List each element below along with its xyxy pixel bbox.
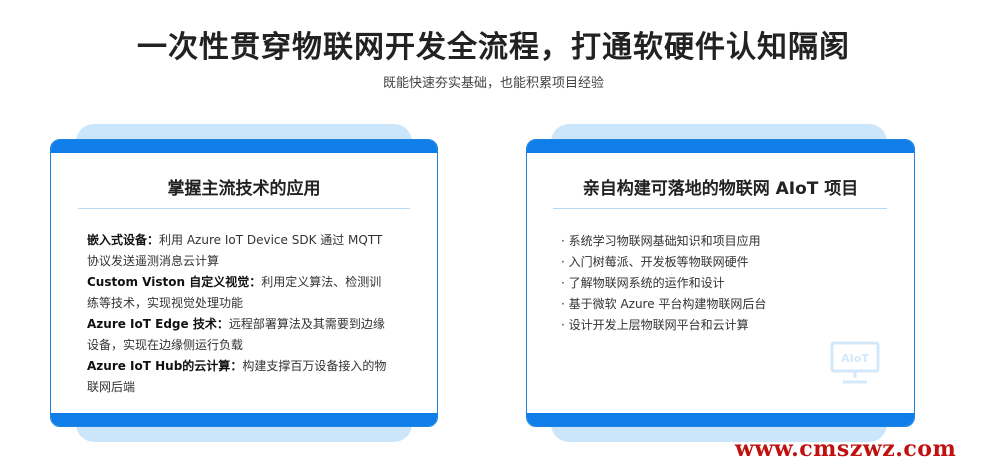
left-item-4-sep: ： — [230, 359, 243, 373]
left-card-title: 掌握主流技术的应用 — [167, 179, 321, 199]
aiot-board-icon: AIoT — [829, 340, 881, 384]
right-list-item: · 基于微软 Azure 平台构建物联网后台 — [561, 297, 767, 311]
page-title: 一次性贯穿物联网开发全流程，打通软硬件认知隔阂 — [137, 30, 850, 65]
aiot-icon-label: AIoT — [841, 352, 869, 365]
left-item-1-line1: 利用 Azure IoT Device SDK 通过 MQTT — [159, 233, 383, 247]
left-item-4-term: Azure IoT Hub的云计算 — [87, 359, 231, 373]
left-item-3-line2: 设备，实现在边缘侧运行负载 — [87, 338, 244, 352]
card-bottom-bar — [51, 413, 437, 426]
left-item-3: Azure IoT Edge 技术：远程部署算法及其需要到边缘 设备，实现在边缘… — [87, 314, 405, 356]
card-bottom-bar — [527, 413, 914, 426]
watermark: www.cmszwz.com — [735, 436, 957, 462]
left-item-4-line1: 构建支撑百万设备接入的物 — [242, 359, 387, 373]
right-list-item: · 系统学习物联网基础知识和项目应用 — [561, 234, 761, 248]
right-list-item: · 设计开发上层物联网平台和云计算 — [561, 318, 749, 332]
card-top-bar — [51, 140, 437, 153]
left-item-1-sep: ： — [147, 233, 160, 247]
page-subtitle: 既能快速夯实基础，也能积累项目经验 — [382, 76, 604, 91]
left-item-2-sep: ： — [249, 275, 262, 289]
right-list-item: · 了解物联网系统的运作和设计 — [561, 276, 725, 290]
left-item-1-line2: 协议发送遥测消息云计算 — [87, 254, 220, 268]
left-card-divider — [78, 208, 410, 209]
right-card-divider — [553, 208, 887, 209]
left-item-3-term: Azure IoT Edge 技术 — [87, 317, 217, 331]
left-item-3-line1: 远程部署算法及其需要到边缘 — [228, 317, 385, 331]
left-item-1-term: 嵌入式设备 — [87, 233, 148, 247]
left-item-2-term: Custom Viston 自定义视觉 — [87, 275, 250, 289]
left-item-4-line2: 联网后端 — [87, 380, 136, 394]
left-item-2-line1: 利用定义算法、检测训 — [261, 275, 382, 289]
left-item-2-line2: 练等技术，实现视觉处理功能 — [87, 296, 244, 310]
left-item-1: 嵌入式设备：利用 Azure IoT Device SDK 通过 MQTT 协议… — [87, 230, 405, 272]
left-item-2: Custom Viston 自定义视觉：利用定义算法、检测训 练等技术，实现视觉… — [87, 272, 405, 314]
left-item-3-sep: ： — [216, 317, 229, 331]
left-card: 掌握主流技术的应用 嵌入式设备：利用 Azure IoT Device SDK … — [50, 139, 438, 427]
right-list-item: · 入门树莓派、开发板等物联网硬件 — [561, 255, 749, 269]
right-card-title: 亲自构建可落地的物联网 AIoT 项目 — [582, 179, 859, 199]
left-item-4: Azure IoT Hub的云计算：构建支撑百万设备接入的物 联网后端 — [87, 356, 405, 398]
card-top-bar — [527, 140, 914, 153]
